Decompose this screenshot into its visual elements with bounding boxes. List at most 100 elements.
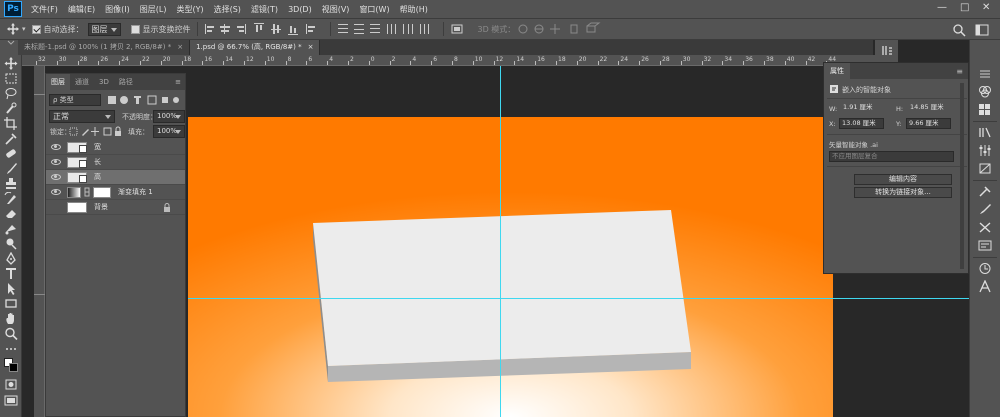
history-brush-tool-icon[interactable] (4, 192, 18, 205)
brush-tool-icon[interactable] (4, 162, 18, 175)
tools-preset-icon[interactable] (978, 185, 992, 198)
more-tools-icon[interactable] (4, 342, 18, 355)
menu-window[interactable]: 窗口(W) (354, 4, 394, 15)
x-input[interactable]: 13.08 厘米 (839, 118, 884, 129)
layer-mask-thumbnail[interactable] (93, 186, 111, 198)
arrows-icon[interactable] (978, 221, 992, 234)
dodge-tool-icon[interactable] (4, 237, 18, 250)
vertical-guide[interactable] (500, 66, 501, 417)
layer-row-length[interactable]: 长 (46, 155, 185, 170)
info-icon[interactable] (978, 239, 992, 252)
h-input[interactable]: 14.85 厘米 (908, 103, 953, 114)
screen-mode-icon[interactable] (4, 394, 18, 407)
tab-paths[interactable]: 路径 (114, 74, 138, 90)
document-tab-untitled[interactable]: 未标题-1.psd @ 100% (1 拷贝 2, RGB/8#) * × (18, 40, 191, 55)
zoom-tool-icon[interactable] (4, 327, 18, 340)
character-icon[interactable] (978, 280, 992, 293)
tab-layers[interactable]: 图层 (46, 74, 70, 90)
quick-select-tool-icon[interactable] (4, 102, 18, 115)
tab-3d[interactable]: 3D (94, 74, 114, 90)
properties-tab[interactable]: 属性 (824, 63, 850, 79)
visibility-eye-icon[interactable] (51, 159, 61, 165)
background-color-swatch[interactable] (9, 363, 18, 372)
eyedropper-tool-icon[interactable] (4, 132, 18, 145)
menu-file[interactable]: 文件(F) (26, 4, 63, 15)
eraser-tool-icon[interactable] (4, 207, 18, 220)
close-window-button[interactable]: ✕ (982, 2, 990, 13)
layer-row-width[interactable]: 宽 (46, 140, 185, 155)
crop-tool-icon[interactable] (4, 117, 18, 130)
lasso-tool-icon[interactable] (4, 87, 18, 100)
move-tool-icon[interactable] (4, 57, 18, 70)
menu-3d[interactable]: 3D(D) (283, 5, 317, 14)
lock-icons[interactable] (68, 126, 122, 137)
hand-tool-icon[interactable] (4, 312, 18, 325)
ruler-tick (805, 61, 807, 65)
layer-filter-icons[interactable] (106, 94, 182, 106)
auto-align-icon[interactable] (450, 22, 464, 36)
move-tool-icon[interactable] (6, 22, 20, 36)
layer-comp-dropdown[interactable]: 不应用图层复合 (829, 151, 954, 162)
y-input[interactable]: 9.66 厘米 (906, 118, 951, 129)
menu-filter[interactable]: 滤镜(T) (246, 4, 283, 15)
3d-mode-icons[interactable] (515, 22, 605, 36)
align-buttons-icon[interactable] (204, 22, 324, 36)
auto-select-dropdown[interactable]: 图层 (87, 22, 121, 36)
swatches-icon[interactable] (978, 103, 992, 116)
styles-icon[interactable] (978, 162, 992, 175)
layer-row-height[interactable]: 高 (46, 170, 185, 185)
panel-scrollbar[interactable] (960, 83, 964, 269)
healing-brush-tool-icon[interactable] (4, 147, 18, 160)
path-select-tool-icon[interactable] (4, 282, 18, 295)
menu-help[interactable]: 帮助(H) (395, 4, 433, 15)
fill-input[interactable]: 100% (153, 125, 185, 138)
tab-channels[interactable]: 通道 (70, 74, 94, 90)
document-tab-active[interactable]: 1.psd @ 66.7% (高, RGB/8#) * × (190, 40, 321, 55)
menu-select[interactable]: 选择(S) (209, 4, 246, 15)
show-transform-checkbox[interactable] (130, 24, 140, 34)
horizontal-guide[interactable] (188, 298, 969, 299)
edit-contents-button[interactable]: 编辑内容 (854, 174, 952, 185)
close-tab-icon[interactable]: × (177, 43, 183, 51)
menu-edit[interactable]: 编辑(E) (63, 4, 100, 15)
quick-mask-icon[interactable] (4, 378, 18, 391)
visibility-eye-icon[interactable] (51, 174, 61, 180)
visibility-eye-icon[interactable] (51, 189, 61, 195)
type-tool-icon[interactable] (4, 267, 18, 280)
w-input[interactable]: 1.91 厘米 (841, 103, 886, 114)
menu-view[interactable]: 视图(V) (317, 4, 355, 15)
adjustments-icon[interactable] (978, 144, 992, 157)
rectangle-tool-icon[interactable] (4, 297, 18, 310)
panel-menu-icon[interactable]: ≡ (956, 67, 968, 76)
close-tab-icon[interactable]: × (308, 43, 314, 51)
menu-layer[interactable]: 图层(L) (135, 4, 172, 15)
minimize-button[interactable]: — (937, 2, 947, 13)
visibility-eye-icon[interactable] (51, 144, 61, 150)
layer-row-gradient-fill[interactable]: 渐变填充 1 (46, 185, 185, 200)
panel-menu-icon[interactable]: ≡ (175, 74, 185, 90)
workspace-icon[interactable] (975, 23, 989, 37)
opacity-input[interactable]: 100% (153, 110, 185, 123)
clone-stamp-tool-icon[interactable] (4, 177, 18, 190)
convert-to-linked-button[interactable]: 转换为链接对象... (854, 187, 952, 198)
auto-select-checkbox[interactable] (31, 24, 41, 34)
libraries-icon[interactable] (978, 126, 992, 139)
properties-panel-icon[interactable] (881, 44, 893, 57)
gradient-tool-icon[interactable] (4, 222, 18, 235)
search-icon[interactable] (952, 23, 966, 37)
layer-filter-dropdown[interactable]: ρ 类型 (49, 94, 101, 106)
blend-mode-dropdown[interactable]: 正常 (49, 110, 115, 123)
brush-settings-icon[interactable] (978, 203, 992, 216)
panel-menu-icon[interactable] (979, 68, 991, 80)
distribute-buttons-icon[interactable] (337, 22, 437, 36)
history-icon[interactable] (978, 262, 992, 275)
menu-type[interactable]: 类型(Y) (171, 4, 208, 15)
collapse-icon[interactable] (6, 40, 16, 46)
maximize-button[interactable]: □ (960, 2, 969, 13)
color-icon[interactable] (978, 85, 992, 98)
document-canvas[interactable] (188, 117, 833, 417)
menu-image[interactable]: 图像(I) (100, 4, 135, 15)
pen-tool-icon[interactable] (4, 252, 18, 265)
layer-row-background[interactable]: 背景 (46, 200, 185, 215)
marquee-tool-icon[interactable] (4, 72, 18, 85)
